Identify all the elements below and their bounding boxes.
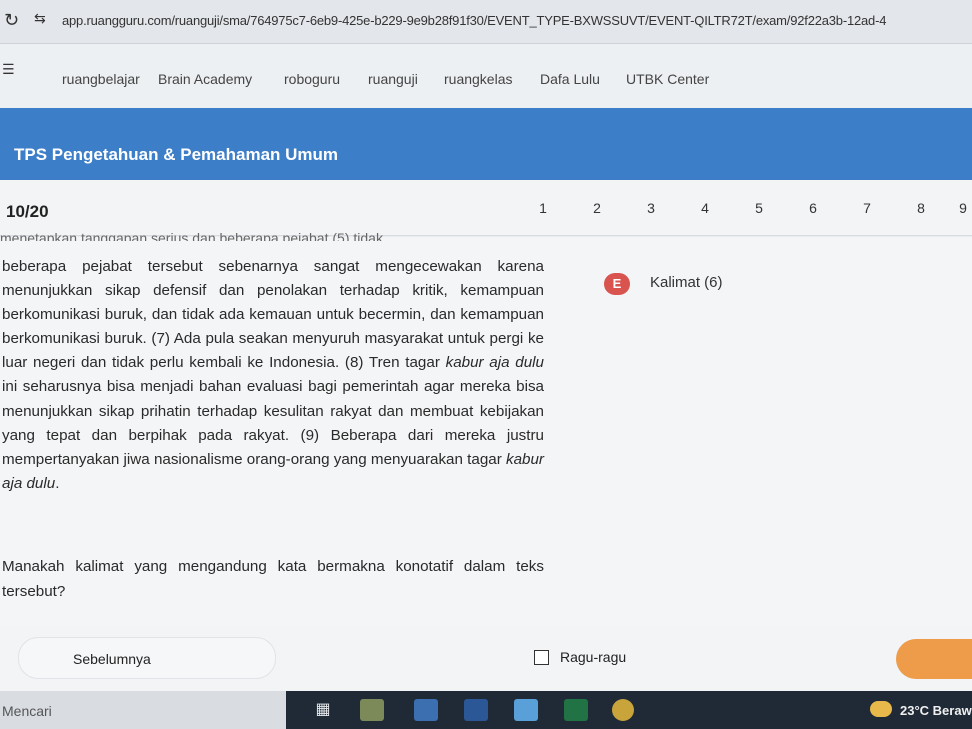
excel-app-icon[interactable] xyxy=(564,699,588,721)
question-number-8[interactable]: 8 xyxy=(904,200,938,222)
word-app-icon[interactable] xyxy=(464,699,488,721)
question-number-2[interactable]: 2 xyxy=(580,200,614,222)
passage-cut-line: menetapkan tanggapan serius dan beberapa… xyxy=(0,230,383,241)
question-number-3[interactable]: 3 xyxy=(634,200,668,222)
option-label[interactable]: Kalimat (6) xyxy=(650,274,723,291)
url-field[interactable]: app.ruangguru.com/ruanguji/sma/764975c7-… xyxy=(62,13,972,28)
reload-icon[interactable]: ↻ xyxy=(4,10,19,31)
task-view-icon[interactable]: ▦ xyxy=(314,700,332,718)
passage-emphasis-1: kabur aja dulu xyxy=(445,354,544,372)
exam-footer: Sebelumnya Ragu-ragu xyxy=(0,625,972,691)
bookmark-ruangbelajar[interactable]: ruangbelajar xyxy=(62,71,140,87)
bookmark-ruangkelas[interactable]: ruangkelas xyxy=(444,71,513,87)
taskbar-search[interactable]: Mencari xyxy=(0,691,286,729)
taskbar-search-placeholder: Mencari xyxy=(2,703,52,719)
next-button[interactable] xyxy=(896,639,972,679)
store-app-icon[interactable] xyxy=(414,699,438,721)
question-number-9[interactable]: 9 xyxy=(946,200,972,222)
bookmark-dafa-lulu[interactable]: Dafa Lulu xyxy=(540,71,600,87)
previous-button[interactable]: Sebelumnya xyxy=(18,637,276,679)
option-letter-badge[interactable]: E xyxy=(604,273,630,295)
section-title: TPS Pengetahuan & Pemahaman Umum xyxy=(14,145,339,164)
bookmark-brain-academy[interactable]: Brain Academy xyxy=(158,71,252,87)
doubt-label: Ragu-ragu xyxy=(560,649,627,665)
doubt-checkbox[interactable] xyxy=(534,650,549,665)
bookmark-ruanguji[interactable]: ruanguji xyxy=(368,71,418,87)
windows-taskbar: Mencari ▦ 23°C Berawan xyxy=(0,691,972,729)
bookmarks-bar: ☰ ruangbelajar Brain Academy roboguru ru… xyxy=(0,44,972,108)
question-content: menetapkan tanggapan serius dan beberapa… xyxy=(0,230,972,625)
bookmark-roboguru[interactable]: roboguru xyxy=(284,71,340,87)
photos-app-icon[interactable] xyxy=(360,699,384,721)
exam-header: TPS Pengetahuan & Pemahaman Umum xyxy=(0,108,972,180)
menu-icon[interactable]: ☰ xyxy=(2,62,15,78)
mail-app-icon[interactable] xyxy=(514,699,538,721)
question-number-6[interactable]: 6 xyxy=(796,200,830,222)
question-counter: 10/20 xyxy=(6,202,49,221)
reading-passage: beberapa pejabat tersebut sebenarnya san… xyxy=(2,255,544,496)
question-text: Manakah kalimat yang mengandung kata ber… xyxy=(2,558,544,600)
question-number-4[interactable]: 4 xyxy=(688,200,722,222)
weather-cloud-icon xyxy=(870,701,892,717)
question-navigation: 10/20 1 2 3 4 5 6 7 8 9 xyxy=(0,180,972,236)
passage-text-3: . xyxy=(55,474,60,492)
passage-text-2: ini seharusnya bisa menjadi bahan evalua… xyxy=(2,378,544,468)
browser-address-bar: ↻ ⇆ app.ruangguru.com/ruanguji/sma/76497… xyxy=(0,0,972,44)
question-number-5[interactable]: 5 xyxy=(742,200,776,222)
browser-app-icon[interactable] xyxy=(612,699,634,721)
site-settings-icon[interactable]: ⇆ xyxy=(34,11,46,27)
question-number-7[interactable]: 7 xyxy=(850,200,884,222)
bookmark-utbk-center[interactable]: UTBK Center xyxy=(626,71,709,87)
previous-button-label: Sebelumnya xyxy=(73,651,151,667)
question-number-1[interactable]: 1 xyxy=(526,200,560,222)
weather-text: 23°C Berawan xyxy=(900,703,972,718)
